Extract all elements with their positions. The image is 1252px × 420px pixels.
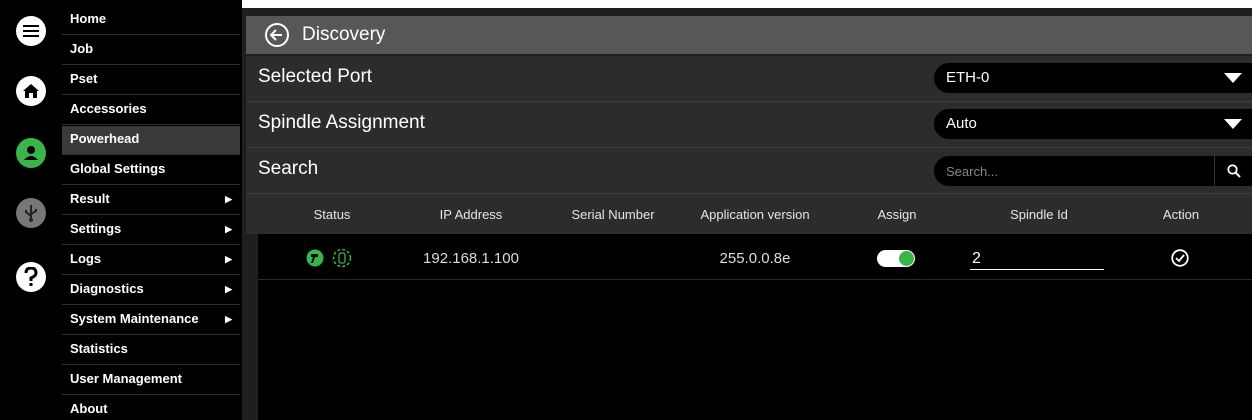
- caret-right-icon: ▶: [225, 284, 232, 294]
- home-icon[interactable]: [16, 76, 46, 106]
- nav-item-user-management[interactable]: User Management: [62, 366, 240, 395]
- nav-item-system-maintenance[interactable]: System Maintenance ▶: [62, 306, 240, 335]
- nav-item-result[interactable]: Result ▶: [62, 186, 240, 215]
- assign-toggle[interactable]: [877, 250, 915, 267]
- nav-item-label: System Maintenance: [70, 311, 199, 326]
- nav-item-settings[interactable]: Settings ▶: [62, 216, 240, 245]
- spindle-assignment-row: Spindle Assignment Auto: [246, 102, 1252, 148]
- nav-item-label: User Management: [70, 371, 182, 386]
- search-row: Search: [246, 148, 1252, 194]
- tool-connected-icon: [306, 249, 324, 267]
- application-version-cell: 255.0.0.8e: [719, 250, 791, 267]
- chevron-down-icon: [1224, 73, 1242, 83]
- column-header-action[interactable]: Action: [1163, 207, 1199, 222]
- nav-item-powerhead[interactable]: Powerhead: [62, 126, 240, 155]
- nav-item-logs[interactable]: Logs ▶: [62, 246, 240, 275]
- search-input[interactable]: [946, 162, 1206, 180]
- nav-item-label: Job: [70, 41, 94, 56]
- nav-item-label: About: [70, 401, 108, 416]
- caret-right-icon: ▶: [225, 314, 232, 324]
- ip-address-cell: 192.168.1.100: [423, 250, 519, 267]
- column-header-ip-address[interactable]: IP Address: [440, 207, 503, 222]
- nav-item-label: Pset: [70, 71, 98, 86]
- nav-item-label: Result: [70, 191, 110, 206]
- nav-item-label: Diagnostics: [70, 281, 144, 296]
- column-header-serial-number[interactable]: Serial Number: [571, 207, 654, 222]
- selected-port-row: Selected Port ETH-0: [246, 56, 1252, 102]
- icon-rail: [0, 0, 62, 420]
- user-icon[interactable]: [16, 138, 46, 168]
- column-header-spindle-id[interactable]: Spindle Id: [1010, 207, 1068, 222]
- nav-item-label: Powerhead: [70, 131, 140, 146]
- spindle-id-input[interactable]: [970, 248, 1104, 270]
- column-header-status[interactable]: Status: [314, 207, 351, 222]
- selected-port-value: ETH-0: [946, 69, 990, 86]
- nav-item-label: Statistics: [70, 341, 128, 356]
- nav-item-label: Home: [70, 11, 107, 26]
- nav-item-label: Global Settings: [70, 161, 166, 176]
- caret-right-icon: ▶: [225, 254, 232, 264]
- table-row[interactable]: 192.168.1.100 255.0.0.8e: [258, 234, 1252, 280]
- column-header-assign[interactable]: Assign: [877, 207, 916, 222]
- nav-item-global-settings[interactable]: Global Settings: [62, 156, 240, 185]
- back-arrow-icon[interactable]: [264, 22, 290, 48]
- search-label: Search: [258, 158, 319, 179]
- selected-port-label: Selected Port: [258, 66, 373, 87]
- nav-item-label: Logs: [70, 251, 102, 266]
- spindle-assignment-select[interactable]: Auto: [934, 109, 1252, 139]
- top-strip: [242, 0, 1252, 8]
- nav-item-job[interactable]: Job: [62, 36, 240, 65]
- caret-right-icon: ▶: [225, 224, 232, 234]
- column-header-application-version[interactable]: Application version: [700, 207, 809, 222]
- toggle-knob: [899, 251, 914, 266]
- page-title: Discovery: [302, 24, 386, 45]
- menu-icon[interactable]: [16, 16, 46, 46]
- search-button[interactable]: [1214, 156, 1252, 186]
- nav-menu: Home Job Pset Accessories Powerhead Glob…: [62, 0, 242, 420]
- spindle-assignment-value: Auto: [946, 115, 977, 132]
- nav-item-home[interactable]: Home: [62, 6, 240, 35]
- nav-item-label: Settings: [70, 221, 122, 236]
- table-header: Status IP Address Serial Number Applicat…: [246, 194, 1252, 234]
- table-body: 192.168.1.100 255.0.0.8e: [258, 234, 1252, 420]
- help-icon[interactable]: [16, 262, 46, 292]
- usb-icon[interactable]: [16, 198, 46, 228]
- tool-outline-icon: [332, 248, 352, 268]
- main-panel: Discovery Selected Port ETH-0 Spindle As…: [242, 0, 1252, 420]
- nav-item-statistics[interactable]: Statistics: [62, 336, 240, 365]
- spindle-assignment-label: Spindle Assignment: [258, 112, 425, 133]
- nav-item-label: Accessories: [70, 101, 147, 116]
- search-icon: [1226, 164, 1241, 178]
- nav-item-about[interactable]: About: [62, 396, 240, 420]
- search-box: [934, 156, 1214, 186]
- check-circle-icon[interactable]: [1171, 249, 1189, 267]
- page-header: Discovery: [246, 16, 1252, 54]
- nav-item-pset[interactable]: Pset: [62, 66, 240, 95]
- nav-item-accessories[interactable]: Accessories: [62, 96, 240, 125]
- nav-item-diagnostics[interactable]: Diagnostics ▶: [62, 276, 240, 305]
- caret-right-icon: ▶: [225, 194, 232, 204]
- chevron-down-icon: [1224, 119, 1242, 129]
- selected-port-select[interactable]: ETH-0: [934, 63, 1252, 93]
